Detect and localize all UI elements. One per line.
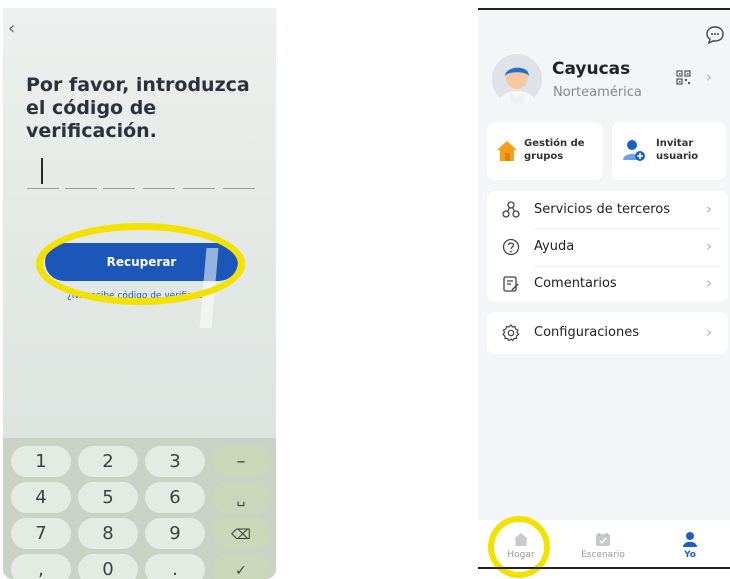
key-0[interactable]: 0: [78, 554, 138, 579]
code-digit-slot[interactable]: [103, 188, 135, 189]
code-digit-slot[interactable]: [143, 188, 175, 189]
code-digit-slot[interactable]: [65, 188, 97, 189]
chevron-right-icon: ›: [706, 323, 712, 341]
feedback-item[interactable]: Comentarios ›: [487, 267, 728, 302]
avatar-image: [492, 54, 542, 104]
menu-card: Servicios de terceros › Ayuda › Comentar…: [487, 191, 728, 302]
help-label: Ayuda: [534, 239, 575, 254]
invite-user-label-1: Invitar: [656, 138, 694, 149]
checkmark-icon: ✓: [235, 563, 247, 579]
chevron-right-icon: ›: [706, 237, 712, 255]
bottom-border: [478, 567, 730, 569]
code-digit-slot[interactable]: [183, 188, 215, 189]
profile-icon: [683, 532, 697, 547]
gear-icon: [502, 324, 520, 342]
feedback-icon: [503, 276, 519, 292]
avatar[interactable]: [492, 54, 542, 104]
tab-me-label: Yo: [684, 550, 696, 560]
bottom-tab-bar: Hogar Escenario Yo: [478, 516, 730, 578]
qr-code-icon[interactable]: [676, 70, 691, 85]
code-input-cursor[interactable]: [41, 158, 43, 184]
key-2[interactable]: 2: [78, 446, 138, 477]
space-icon: ␣: [236, 491, 246, 507]
profile-chevron-icon[interactable]: ›: [706, 68, 712, 86]
tab-me[interactable]: Yo: [665, 524, 715, 566]
settings-item[interactable]: Configuraciones ›: [487, 312, 728, 354]
backspace-icon: ⌫: [231, 527, 251, 543]
key-backspace[interactable]: ⌫: [212, 518, 270, 549]
page-title: Por favor, introduzca el código de verif…: [26, 74, 250, 142]
message-icon[interactable]: [705, 25, 725, 45]
user-name: Cayucas: [552, 59, 631, 79]
key-8[interactable]: 8: [78, 518, 138, 549]
back-chevron-icon[interactable]: ‹: [8, 18, 15, 39]
profile-screen: Cayucas Norteamérica › Gestión de grupos…: [478, 8, 730, 578]
help-icon: [502, 238, 520, 256]
scene-icon: [596, 533, 610, 546]
top-border: [478, 8, 730, 10]
key-comma[interactable]: ,: [11, 554, 71, 579]
group-management-label-1: Gestión de: [524, 138, 585, 149]
key-7[interactable]: 7: [11, 518, 71, 549]
key-3[interactable]: 3: [145, 446, 205, 477]
verification-screen-photo: ‹ Por favor, introduzca el código de ver…: [3, 8, 276, 579]
help-item[interactable]: Ayuda ›: [487, 229, 728, 266]
highlight-circle: [36, 223, 245, 305]
key-space[interactable]: ␣: [212, 482, 270, 513]
tab-scene[interactable]: Escenario: [578, 524, 628, 566]
feedback-label: Comentarios: [534, 276, 617, 291]
key-minus[interactable]: –: [212, 446, 270, 477]
invite-user-label-2: usuario: [656, 151, 699, 162]
third-party-services-item[interactable]: Servicios de terceros ›: [487, 191, 728, 228]
user-region: Norteamérica: [553, 85, 642, 100]
group-management-card[interactable]: Gestión de grupos: [487, 122, 603, 180]
numeric-keypad: 1 2 3 – 4 5 6 ␣ 7 8 9 ⌫ , 0 . ✓: [3, 438, 276, 579]
chevron-right-icon: ›: [706, 274, 712, 292]
house-icon: [497, 141, 517, 161]
key-1[interactable]: 1: [11, 446, 71, 477]
code-digit-slot[interactable]: [27, 188, 59, 189]
invite-user-card[interactable]: Invitar usuario: [612, 122, 726, 180]
settings-label: Configuraciones: [534, 325, 639, 340]
key-6[interactable]: 6: [145, 482, 205, 513]
key-done[interactable]: ✓: [212, 554, 270, 579]
key-5[interactable]: 5: [78, 482, 138, 513]
key-4[interactable]: 4: [11, 482, 71, 513]
third-party-icon: [502, 201, 520, 218]
add-user-icon: [623, 140, 645, 161]
code-digit-slot[interactable]: [223, 188, 255, 189]
key-9[interactable]: 9: [145, 518, 205, 549]
tab-scene-label: Escenario: [581, 550, 625, 560]
third-party-services-label: Servicios de terceros: [534, 202, 670, 217]
key-period[interactable]: .: [145, 554, 205, 579]
group-management-label-2: grupos: [524, 151, 564, 162]
chevron-right-icon: ›: [706, 200, 712, 218]
